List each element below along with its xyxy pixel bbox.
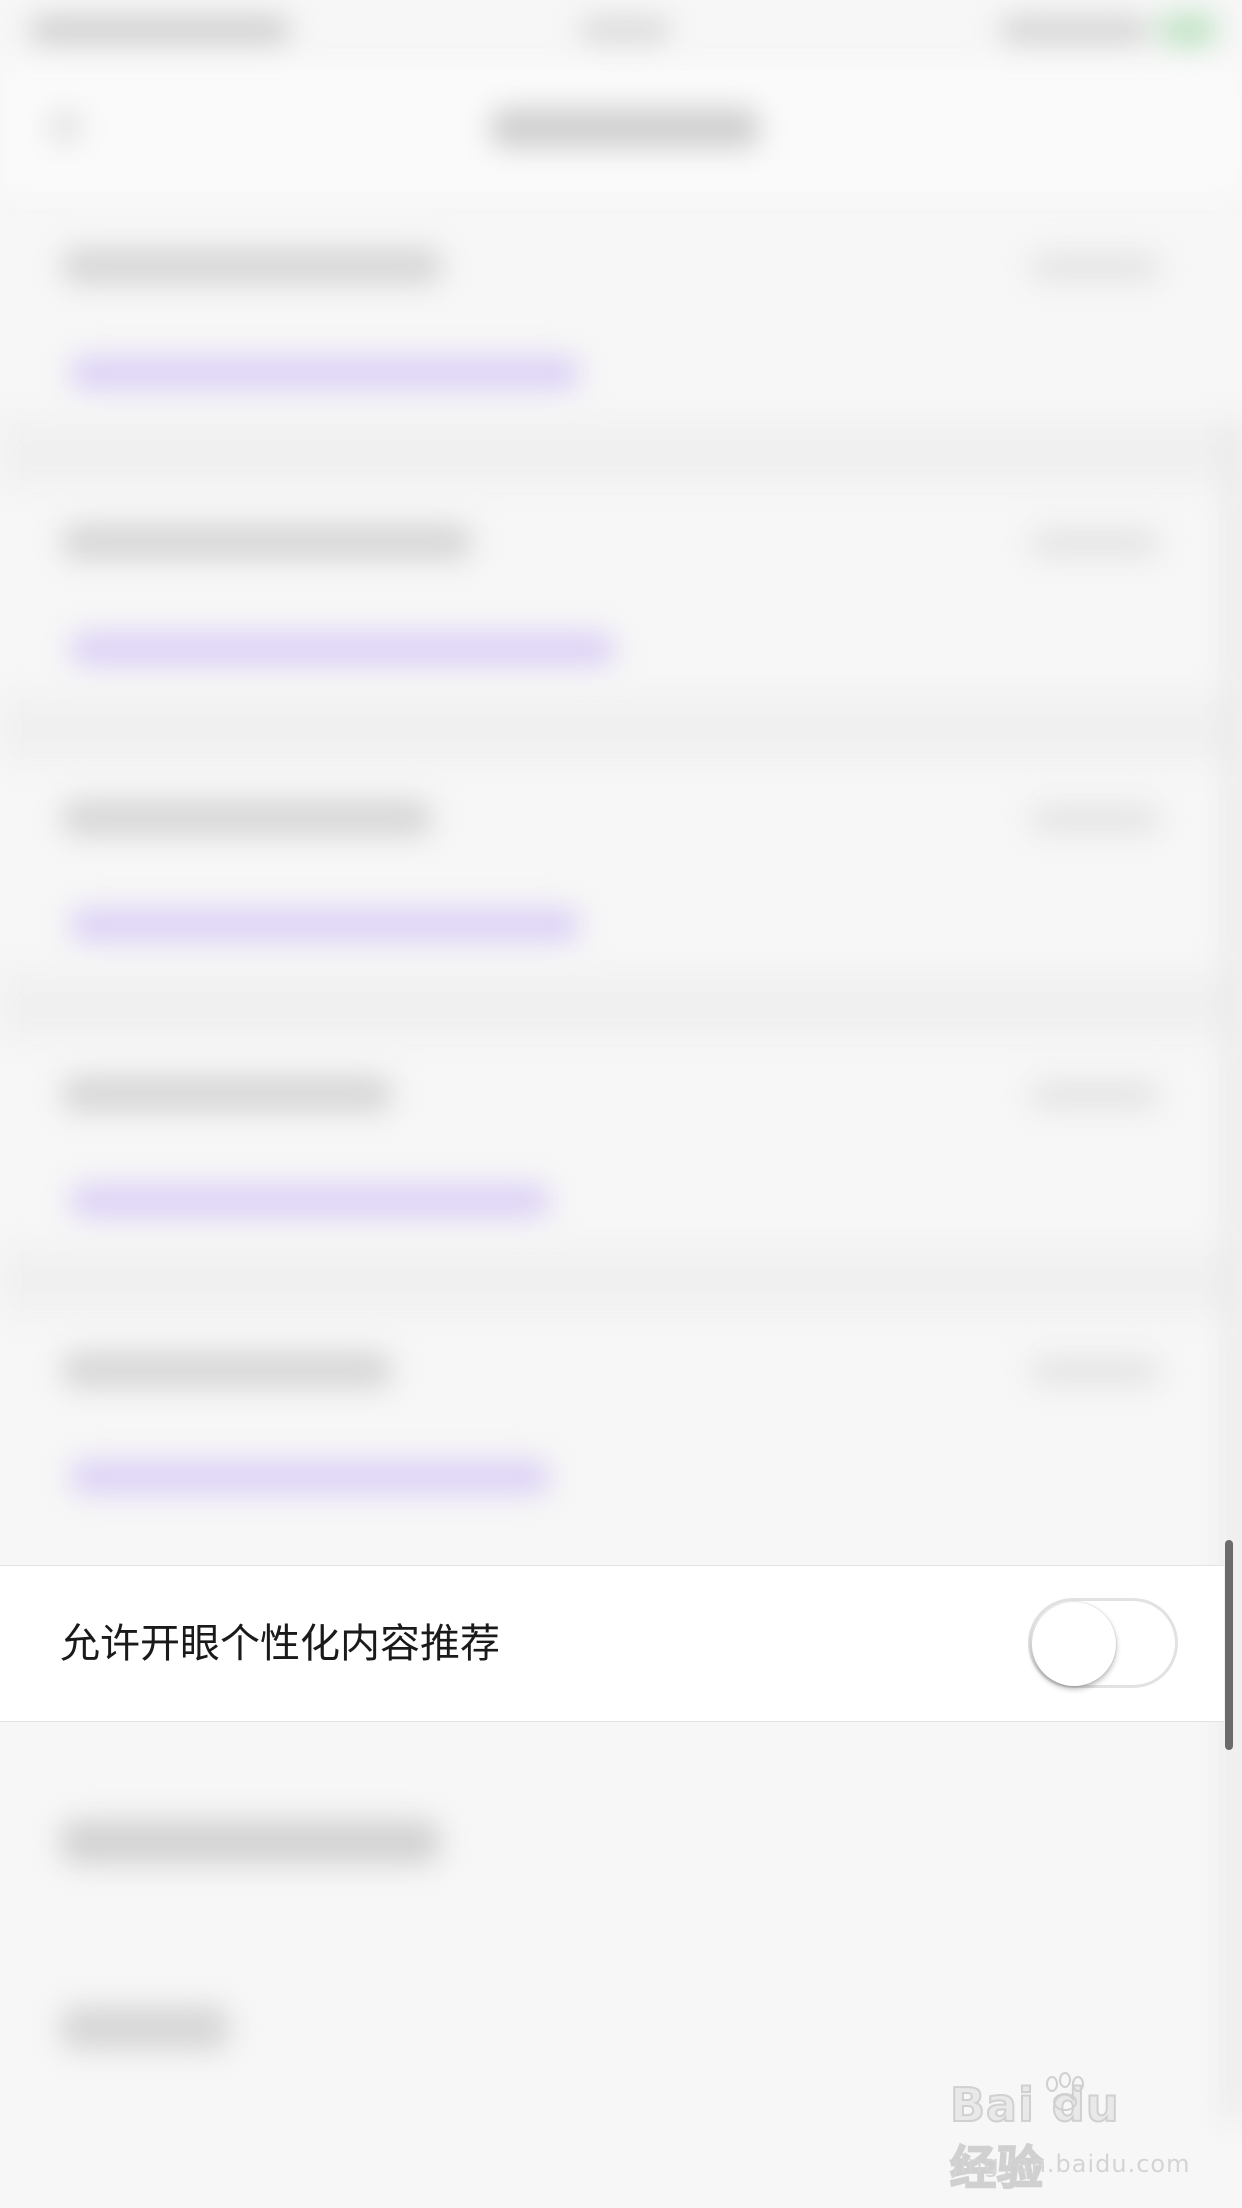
blurred-item — [0, 210, 1242, 486]
scroll-track — [1226, 420, 1242, 2120]
blurred-item-link — [70, 632, 615, 666]
blurred-item-link — [70, 908, 580, 942]
scrollbar-thumb[interactable] — [1225, 1540, 1233, 1750]
status-left-blur — [30, 16, 290, 44]
blurred-item-title — [62, 800, 432, 836]
blurred-item-link — [70, 1184, 550, 1218]
blurred-setting-label — [60, 2006, 230, 2050]
personalized-recommendation-toggle[interactable] — [1028, 1598, 1178, 1688]
blurred-item — [0, 486, 1242, 762]
blurred-item-title — [62, 524, 472, 560]
battery-icon — [1160, 14, 1216, 46]
blurred-setting-label — [60, 1820, 440, 1864]
nav-title-blur — [490, 108, 760, 148]
paw-icon — [1046, 2072, 1084, 2111]
blurred-item-date — [1030, 1358, 1160, 1384]
personalized-recommendation-label: 允许开眼个性化内容推荐 — [60, 1621, 500, 1667]
back-arrow-icon — [50, 112, 80, 142]
blurred-item-link — [70, 356, 580, 390]
status-right-blur — [1000, 16, 1150, 44]
blurred-item-title — [62, 248, 442, 284]
blurred-item-band — [0, 420, 1242, 486]
blurred-item-band — [0, 972, 1242, 1038]
baidu-jingyan-watermark: Bai du 经验 jingyan.baidu.com — [949, 2072, 1189, 2196]
blurred-item-link — [70, 1460, 550, 1494]
blurred-item — [0, 1038, 1242, 1314]
blurred-item — [0, 762, 1242, 1038]
watermark-url: jingyan.baidu.com — [952, 2150, 1191, 2178]
blurred-item-date — [1030, 806, 1160, 832]
status-time-blur — [580, 18, 670, 42]
blurred-item-band — [0, 696, 1242, 762]
personalized-recommendation-row[interactable]: 允许开眼个性化内容推荐 — [0, 1565, 1224, 1722]
blurred-item-title — [62, 1076, 392, 1112]
blurred-background — [0, 0, 1242, 2208]
status-bar — [0, 0, 1242, 64]
blurred-item-band — [0, 1248, 1242, 1314]
blurred-item-title — [62, 1352, 392, 1388]
blurred-item-date — [1030, 254, 1160, 280]
blurred-item-date — [1030, 1082, 1160, 1108]
blurred-item-date — [1030, 530, 1160, 556]
blurred-item — [0, 1314, 1242, 1590]
toggle-knob[interactable] — [1032, 1602, 1116, 1686]
